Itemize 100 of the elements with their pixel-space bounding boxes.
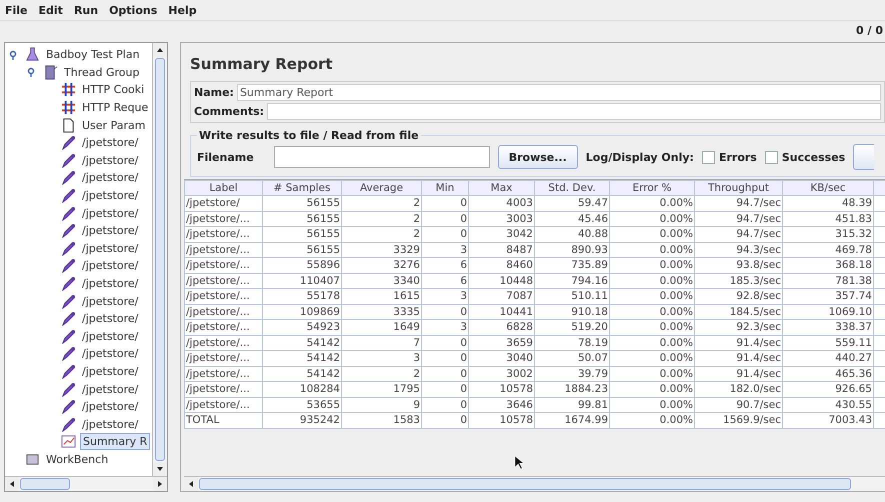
tree-item[interactable]: /jpetstore/ <box>80 364 140 379</box>
tree-item[interactable]: /jpetstore/ <box>80 206 140 221</box>
table-cell: 10441 <box>468 304 534 320</box>
dropper-icon <box>61 382 76 397</box>
table-cell: 59.47 <box>534 196 610 211</box>
grid-icon <box>61 82 76 98</box>
table-cell: 465.36 <box>782 366 874 382</box>
table-cell: 338.37 <box>782 320 874 335</box>
table-cell: /jpetstore/ <box>184 196 262 211</box>
tree-item[interactable]: Thread Group <box>62 64 142 80</box>
column-header[interactable]: # Samples <box>262 180 342 196</box>
dropper-icon <box>61 258 76 274</box>
table-cell: 7087 <box>468 288 534 304</box>
tree-item[interactable]: /jpetstore/ <box>80 135 140 150</box>
dropper-icon <box>61 416 76 432</box>
table-cell: 2 <box>342 196 422 211</box>
name-field[interactable]: Summary Report <box>236 84 881 101</box>
table-cell: 3 <box>342 350 422 366</box>
table-cell: 184.5/sec <box>694 304 782 320</box>
table-cell: 1649 <box>342 320 422 335</box>
menu-item[interactable]: Help <box>168 4 197 16</box>
dropper-icon <box>61 311 76 326</box>
dropper-icon <box>61 276 76 292</box>
tree-item[interactable]: /jpetstore/ <box>80 346 140 362</box>
tree-item[interactable]: /jpetstore/ <box>80 188 140 204</box>
checkbox[interactable] <box>702 150 715 164</box>
tree-item[interactable]: Badboy Test Plan <box>44 47 142 62</box>
column-header[interactable]: Max <box>468 180 534 196</box>
tree-item[interactable]: Summary R <box>80 433 150 450</box>
table-cell: 1569.9/sec <box>694 412 782 428</box>
browse-button[interactable]: Browse... <box>498 145 578 169</box>
table-cell: 56155 <box>262 196 342 211</box>
tree-item[interactable]: /jpetstore/ <box>80 328 140 344</box>
tree-item[interactable]: /jpetstore/ <box>80 240 140 256</box>
column-header[interactable]: Std. Dev. <box>534 180 610 196</box>
table-cell: 39.79 <box>534 366 610 382</box>
table-cell: 451.83 <box>782 211 874 226</box>
table-cell: /jpetstore/... <box>184 366 262 382</box>
mouse-pointer-icon <box>514 455 524 470</box>
column-header[interactable]: KB/sec <box>782 180 874 196</box>
filename-label: Filename <box>197 150 254 164</box>
checkbox[interactable] <box>764 150 778 164</box>
menu-item[interactable]: Run <box>74 4 98 16</box>
comments-field[interactable] <box>267 103 881 120</box>
dropper-icon <box>61 346 76 362</box>
tree-item[interactable]: /jpetstore/ <box>80 294 140 309</box>
horizontal-scrollbar[interactable] <box>184 476 885 491</box>
table-cell: 99.81 <box>534 397 610 412</box>
table-cell: 0.00% <box>610 382 694 397</box>
dropper-icon <box>61 188 76 204</box>
comments-label: Comments: <box>194 105 264 118</box>
table-cell: 54142 <box>262 335 342 350</box>
dropper-icon <box>61 223 76 238</box>
table-cell: /jpetstore/... <box>184 226 262 242</box>
tree-item[interactable]: /jpetstore/ <box>80 311 140 326</box>
tree-item[interactable]: /jpetstore/ <box>80 276 140 292</box>
menu-item[interactable]: Edit <box>38 4 63 16</box>
tree-item[interactable]: /jpetstore/ <box>80 382 140 397</box>
tree-item[interactable]: /jpetstore/ <box>80 170 140 186</box>
table-cell: /jpetstore/... <box>184 273 262 288</box>
tree-item[interactable]: /jpetstore/ <box>80 258 140 274</box>
table-cell: 2 <box>342 366 422 382</box>
tree-item[interactable]: /jpetstore/ <box>80 416 140 432</box>
table-cell: 45.46 <box>534 211 610 226</box>
tree-item[interactable]: WorkBench <box>44 452 110 467</box>
cut-off-button[interactable] <box>853 144 874 170</box>
table-cell: 0 <box>422 397 468 412</box>
filename-field[interactable] <box>274 146 490 168</box>
column-header[interactable]: Average <box>342 180 422 196</box>
table-cell: 9 <box>342 397 422 412</box>
table-cell: 1795 <box>342 382 422 397</box>
table-cell: /jpetstore/... <box>184 397 262 412</box>
table-cell: 92.3/sec <box>694 320 782 335</box>
table-cell: 3 <box>422 242 468 258</box>
horizontal-scrollbar[interactable] <box>5 476 167 491</box>
vertical-scrollbar[interactable] <box>152 43 167 476</box>
table-cell: /jpetstore/... <box>184 304 262 320</box>
tree-item[interactable]: User Param <box>80 118 148 133</box>
table-cell: 48.39 <box>782 196 874 211</box>
tree-item[interactable]: HTTP Reque <box>80 100 150 116</box>
column-header[interactable]: Label <box>184 180 262 196</box>
table-cell: 0.00% <box>610 335 694 350</box>
table-cell: 1615 <box>342 288 422 304</box>
dropper-icon <box>61 170 76 186</box>
tree-item[interactable]: /jpetstore/ <box>80 223 140 238</box>
table-cell: 10578 <box>468 382 534 397</box>
tree-item[interactable]: /jpetstore/ <box>80 152 140 168</box>
column-header[interactable]: Throughput <box>694 180 782 196</box>
column-header[interactable]: Error % <box>610 180 694 196</box>
table-cell: 559.11 <box>782 335 874 350</box>
tree-item[interactable]: HTTP Cooki <box>80 82 146 98</box>
table-cell: 54142 <box>262 350 342 366</box>
table-cell: 56155 <box>262 242 342 258</box>
menu-item[interactable]: File <box>5 4 28 16</box>
table-cell: 56155 <box>262 211 342 226</box>
column-header[interactable]: Min <box>422 180 468 196</box>
tree-item[interactable]: /jpetstore/ <box>80 399 140 414</box>
menu-item[interactable]: Options <box>109 4 158 16</box>
table-cell: 94.3/sec <box>694 242 782 258</box>
table-cell: 440.27 <box>782 350 874 366</box>
